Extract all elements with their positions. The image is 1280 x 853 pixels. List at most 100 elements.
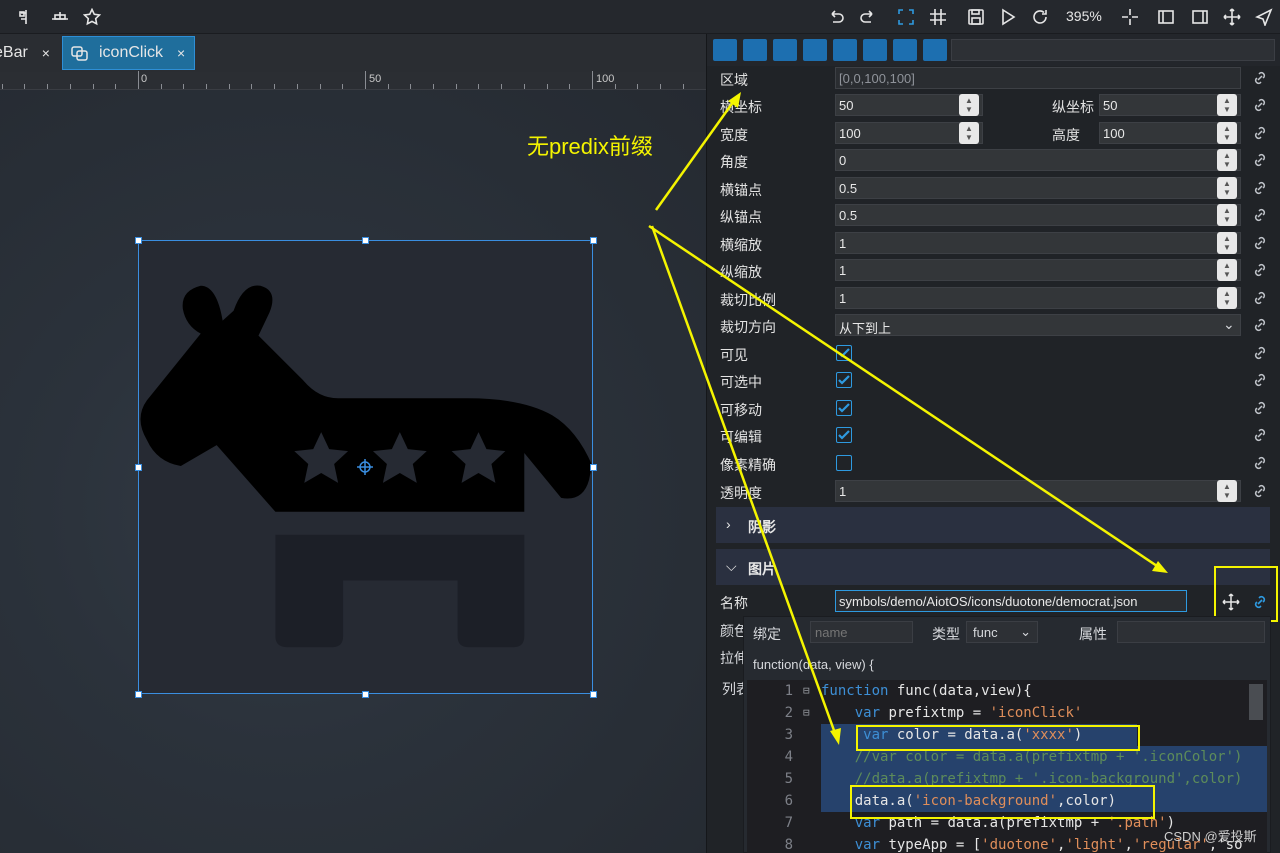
link-icon[interactable] <box>1252 262 1268 278</box>
watermark: CSDN @爱投斯 <box>1164 829 1257 844</box>
play-icon[interactable] <box>996 5 1020 29</box>
stepper-icon[interactable]: ▲ ▼ <box>1217 149 1237 171</box>
move-icon[interactable] <box>1220 5 1244 29</box>
link-icon[interactable] <box>1252 317 1268 333</box>
link-icon[interactable] <box>1252 235 1268 251</box>
attr-input[interactable] <box>1117 621 1265 643</box>
movable-checkbox[interactable] <box>836 400 852 416</box>
opacity-input[interactable]: 1 <box>835 480 1241 502</box>
section-image[interactable]: ⌵ 图片 <box>716 549 1270 585</box>
link-icon[interactable] <box>1252 455 1268 471</box>
align-left-edge-icon[interactable] <box>713 39 737 61</box>
align-top-icon[interactable] <box>863 39 887 61</box>
tab-iconclick[interactable]: iconClick × <box>62 36 195 70</box>
align-bottom-icon[interactable] <box>923 39 947 61</box>
panel-right-icon[interactable] <box>1188 5 1212 29</box>
section-shadow[interactable]: › 阴影 <box>716 507 1270 543</box>
clip-direction-select[interactable]: 从下到上 <box>835 314 1241 336</box>
prop-row-anchor-y: 纵锚点 0.5 ▲ ▼ <box>706 202 1280 229</box>
stepper-icon[interactable]: ▲ ▼ <box>1217 204 1237 226</box>
close-icon[interactable]: × <box>177 45 185 61</box>
align-right-icon[interactable] <box>833 39 857 61</box>
scale-x-input[interactable]: 1 <box>835 232 1241 254</box>
stepper-icon[interactable]: ▲ ▼ <box>959 122 979 144</box>
fold-toggle-icon[interactable]: ⊟ <box>803 702 810 724</box>
link-icon[interactable] <box>1252 290 1268 306</box>
line-number: 1 <box>784 683 793 699</box>
resize-handle[interactable] <box>362 237 369 244</box>
redo-icon[interactable] <box>856 5 880 29</box>
line-number: 5 <box>784 771 793 787</box>
bind-name-input[interactable] <box>810 621 913 643</box>
layout-vertical-icon[interactable] <box>14 5 38 29</box>
link-icon[interactable] <box>1252 400 1268 416</box>
resize-handle[interactable] <box>135 237 142 244</box>
stepper-icon[interactable]: ▲ ▼ <box>959 94 979 116</box>
star-icon[interactable] <box>80 5 104 29</box>
link-icon[interactable] <box>1252 125 1268 141</box>
layout-horizontal-icon[interactable] <box>48 5 72 29</box>
clip-ratio-input[interactable]: 1 <box>835 287 1241 309</box>
scale-y-input[interactable]: 1 <box>835 259 1241 281</box>
stepper-icon[interactable]: ▲ ▼ <box>1217 94 1237 116</box>
link-icon[interactable] <box>1252 372 1268 388</box>
tab-ebar[interactable]: eBar × <box>0 36 50 70</box>
link-icon[interactable] <box>1252 594 1268 610</box>
link-icon[interactable] <box>1252 207 1268 223</box>
anchor-x-input[interactable]: 0.5 <box>835 177 1241 199</box>
link-icon[interactable] <box>1252 70 1268 86</box>
refresh-icon[interactable] <box>1028 5 1052 29</box>
align-vcenter-icon[interactable] <box>893 39 917 61</box>
close-icon[interactable]: × <box>42 45 50 61</box>
image-name-field[interactable]: symbols/demo/AiotOS/icons/duotone/democr… <box>835 590 1187 612</box>
selectable-checkbox[interactable] <box>836 372 852 388</box>
region-field[interactable]: [0,0,100,100] <box>835 67 1241 89</box>
undo-icon[interactable] <box>824 5 848 29</box>
resize-handle[interactable] <box>590 237 597 244</box>
panel-left-icon[interactable] <box>1154 5 1178 29</box>
field-label: 名称 <box>720 595 748 611</box>
stepper-icon[interactable]: ▲ ▼ <box>1217 259 1237 281</box>
move-icon[interactable] <box>1222 593 1240 611</box>
link-icon[interactable] <box>1252 97 1268 113</box>
type-select[interactable]: func ⌄ <box>966 621 1038 643</box>
stepper-icon[interactable]: ▲ ▼ <box>1217 287 1237 309</box>
prop-row-scale-y: 纵缩放 1 ▲ ▼ <box>706 257 1280 284</box>
align-input[interactable] <box>951 39 1275 61</box>
code-line[interactable]: 2 ⊟ var prefixtmp = 'iconClick' <box>747 702 1267 724</box>
editable-checkbox[interactable] <box>836 427 852 443</box>
grid-icon[interactable] <box>926 5 950 29</box>
link-icon[interactable] <box>1252 483 1268 499</box>
pixel-precise-checkbox[interactable] <box>836 455 852 471</box>
stepper-icon[interactable]: ▲ ▼ <box>1217 232 1237 254</box>
resize-handle[interactable] <box>135 464 142 471</box>
resize-handle[interactable] <box>135 691 142 698</box>
resize-handle[interactable] <box>362 691 369 698</box>
align-left-icon[interactable] <box>773 39 797 61</box>
save-icon[interactable] <box>964 5 988 29</box>
link-icon[interactable] <box>1252 180 1268 196</box>
select-frame-icon[interactable] <box>894 5 918 29</box>
crosshair-icon[interactable] <box>1118 5 1142 29</box>
stepper-icon[interactable]: ▲ ▼ <box>1217 177 1237 199</box>
zoom-level[interactable]: 395% <box>1066 8 1102 24</box>
link-icon[interactable] <box>1252 345 1268 361</box>
align-middle-icon[interactable] <box>803 39 827 61</box>
send-icon[interactable] <box>1252 5 1276 29</box>
align-toolbar <box>707 34 1280 66</box>
link-icon[interactable] <box>1252 427 1268 443</box>
angle-input[interactable]: 0 <box>835 149 1241 171</box>
stepper-icon[interactable]: ▲ ▼ <box>1217 480 1237 502</box>
link-icon[interactable] <box>1252 152 1268 168</box>
align-center-h-icon[interactable] <box>743 39 767 61</box>
stepper-icon[interactable]: ▲ ▼ <box>1217 122 1237 144</box>
fold-toggle-icon[interactable]: ⊟ <box>803 680 810 702</box>
code-line[interactable]: 1 ⊟ function func(data,view){ <box>747 680 1267 702</box>
ruler-tick <box>592 71 593 89</box>
selected-icon-node[interactable] <box>135 237 597 698</box>
anchor-y-input[interactable]: 0.5 <box>835 204 1241 226</box>
resize-handle[interactable] <box>590 464 597 471</box>
visible-checkbox[interactable] <box>836 345 852 361</box>
prop-row-angle: 角度 0 ▲ ▼ <box>706 147 1280 174</box>
resize-handle[interactable] <box>590 691 597 698</box>
